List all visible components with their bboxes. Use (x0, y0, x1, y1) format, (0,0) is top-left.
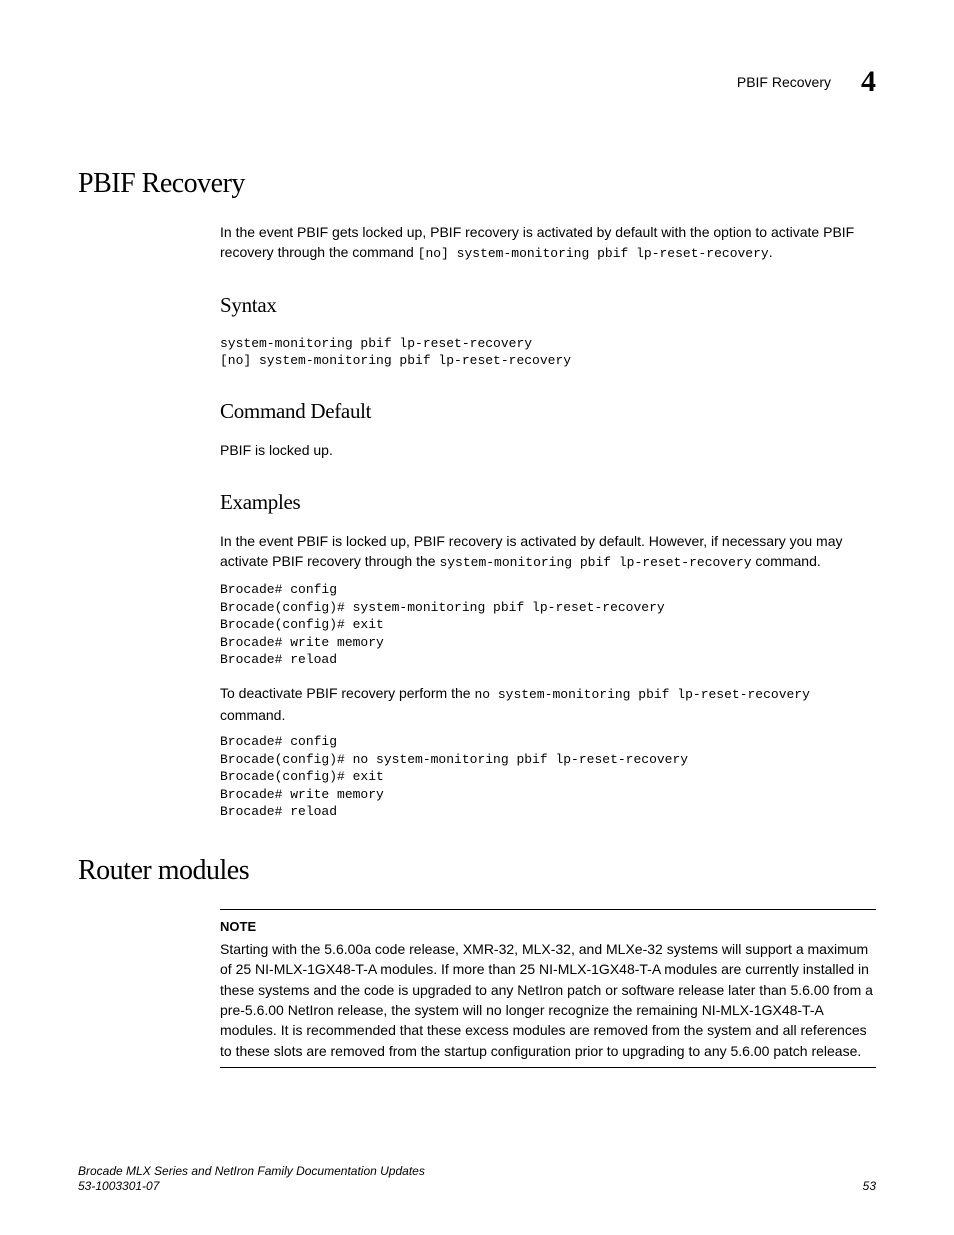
running-header-title: PBIF Recovery (737, 72, 831, 92)
footer-doc-number: 53-1003301-07 (78, 1179, 425, 1195)
syntax-code-block: system-monitoring pbif lp-reset-recovery… (220, 335, 876, 370)
examples-paragraph-1: In the event PBIF is locked up, PBIF rec… (220, 531, 876, 573)
intro-code: [no] system-monitoring pbif lp-reset-rec… (418, 246, 769, 261)
running-header: PBIF Recovery 4 (78, 60, 876, 104)
footer-left: Brocade MLX Series and NetIron Family Do… (78, 1164, 425, 1195)
examples-p1-trailing: command. (752, 553, 821, 569)
examples-p1-code: system-monitoring pbif lp-reset-recovery (439, 555, 751, 570)
command-default-text: PBIF is locked up. (220, 440, 876, 460)
examples-p2-trailing: command. (220, 707, 285, 723)
heading-syntax: Syntax (220, 290, 876, 320)
examples-p2-code: no system-monitoring pbif lp-reset-recov… (474, 687, 809, 702)
heading-pbif-recovery: PBIF Recovery (78, 164, 876, 205)
document-page: PBIF Recovery 4 PBIF Recovery In the eve… (0, 0, 954, 1235)
examples-paragraph-2: To deactivate PBIF recovery perform the … (220, 683, 876, 725)
router-content: NOTE Starting with the 5.6.00a code rele… (220, 909, 876, 1068)
examples-code-block-1: Brocade# config Brocade(config)# system-… (220, 581, 876, 669)
pbif-content: In the event PBIF gets locked up, PBIF r… (220, 222, 876, 821)
note-label: NOTE (220, 918, 876, 937)
examples-p2-leading: To deactivate PBIF recovery perform the (220, 685, 474, 701)
intro-text-trailing: . (769, 244, 773, 260)
note-box: NOTE Starting with the 5.6.00a code rele… (220, 909, 876, 1068)
heading-command-default: Command Default (220, 396, 876, 426)
footer-page-number: 53 (863, 1178, 876, 1195)
heading-examples: Examples (220, 487, 876, 517)
note-body: Starting with the 5.6.00a code release, … (220, 941, 873, 1058)
footer-doc-title: Brocade MLX Series and NetIron Family Do… (78, 1164, 425, 1180)
chapter-number: 4 (861, 60, 876, 104)
intro-paragraph: In the event PBIF gets locked up, PBIF r… (220, 222, 876, 264)
heading-router-modules: Router modules (78, 851, 876, 892)
page-footer: Brocade MLX Series and NetIron Family Do… (78, 1164, 876, 1195)
examples-code-block-2: Brocade# config Brocade(config)# no syst… (220, 733, 876, 821)
